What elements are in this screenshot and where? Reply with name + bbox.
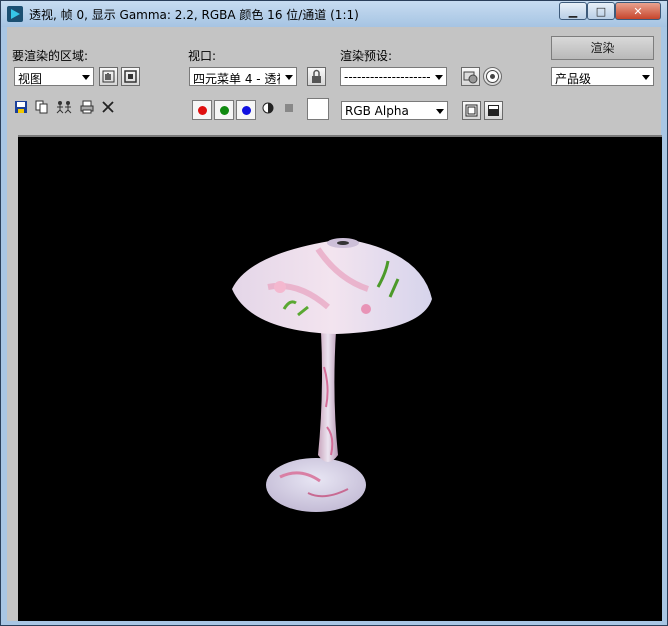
preset-dropdown-value: -------------------- <box>344 70 430 84</box>
render-frame-client: 要渲染的区域: 视口: 渲染预设: 渲染 视图 四元菜单 4 - 透视 ----… <box>7 27 662 621</box>
toggle-ui-overlay-button[interactable] <box>462 101 481 120</box>
area-label: 要渲染的区域: <box>12 49 89 63</box>
viewport-label: 视口: <box>188 49 217 63</box>
quality-dropdown[interactable]: 产品级 <box>551 67 654 86</box>
window-title: 透视, 帧 0, 显示 Gamma: 2.2, RGBA 颜色 16 位/通道 … <box>29 8 359 22</box>
copy-image-icon <box>35 100 48 114</box>
auto-region-button[interactable] <box>121 67 140 86</box>
green-channel-toggle[interactable] <box>214 100 234 120</box>
render-frame-window: 透视, 帧 0, 显示 Gamma: 2.2, RGBA 颜色 16 位/通道 … <box>0 0 668 626</box>
chevron-down-icon <box>642 75 650 80</box>
channel-dropdown-value: RGB Alpha <box>345 104 409 118</box>
red-channel-toggle[interactable] <box>192 100 212 120</box>
blue-channel-icon <box>242 106 251 115</box>
area-dropdown[interactable]: 视图 <box>14 67 94 86</box>
app-icon <box>7 6 23 22</box>
render-button[interactable]: 渲染 <box>551 36 654 60</box>
edit-region-icon <box>102 70 115 83</box>
maximize-button[interactable]: □ <box>587 2 615 20</box>
viewport-dropdown[interactable]: 四元菜单 4 - 透视 <box>189 67 297 86</box>
clone-window-button[interactable] <box>55 100 73 116</box>
quality-dropdown-value: 产品级 <box>555 72 592 86</box>
clear-button[interactable] <box>100 100 116 116</box>
edit-region-button[interactable] <box>99 67 118 86</box>
clear-icon <box>102 101 114 113</box>
toggle-ui-overlay-icon <box>465 104 478 117</box>
chevron-down-icon <box>436 109 444 114</box>
chevron-down-icon <box>82 75 90 80</box>
chevron-down-icon <box>285 75 293 80</box>
preset-dropdown[interactable]: -------------------- <box>340 67 447 86</box>
chevron-down-icon <box>435 75 443 80</box>
close-button[interactable]: ✕ <box>615 2 661 20</box>
color-swatch[interactable] <box>307 98 329 120</box>
viewport-dropdown-value: 四元菜单 4 - 透视 <box>193 72 280 86</box>
toggle-ui-icon <box>488 105 499 116</box>
render-viewport[interactable] <box>18 135 662 621</box>
save-image-button[interactable] <box>13 100 29 116</box>
red-channel-icon <box>198 106 207 115</box>
monochrome-icon <box>262 102 274 114</box>
auto-region-icon <box>124 70 137 83</box>
minimize-button[interactable]: ▁ <box>559 2 587 20</box>
copy-image-button[interactable] <box>34 100 50 116</box>
monochrome-toggle[interactable] <box>260 102 276 118</box>
lock-viewport-button[interactable] <box>307 67 326 86</box>
green-channel-icon <box>220 106 229 115</box>
alpha-icon <box>285 104 293 112</box>
preset-env-icon <box>463 71 478 84</box>
preset-save-button[interactable] <box>483 67 502 86</box>
print-button[interactable] <box>79 100 95 116</box>
preset-label: 渲染预设: <box>340 49 393 63</box>
rendered-lamp-image <box>232 238 432 512</box>
print-icon <box>80 100 94 114</box>
channel-dropdown[interactable]: RGB Alpha <box>341 101 448 120</box>
preset-environment-button[interactable] <box>461 67 480 86</box>
area-dropdown-value: 视图 <box>18 72 43 86</box>
title-bar[interactable]: 透视, 帧 0, 显示 Gamma: 2.2, RGBA 颜色 16 位/通道 … <box>1 1 667 27</box>
clone-window-icon <box>56 101 72 114</box>
alpha-toggle[interactable] <box>281 102 297 118</box>
lock-icon <box>312 69 321 83</box>
toggle-ui-button[interactable] <box>484 101 503 120</box>
preset-save-icon <box>486 70 499 83</box>
save-image-icon <box>15 101 27 113</box>
blue-channel-toggle[interactable] <box>236 100 256 120</box>
